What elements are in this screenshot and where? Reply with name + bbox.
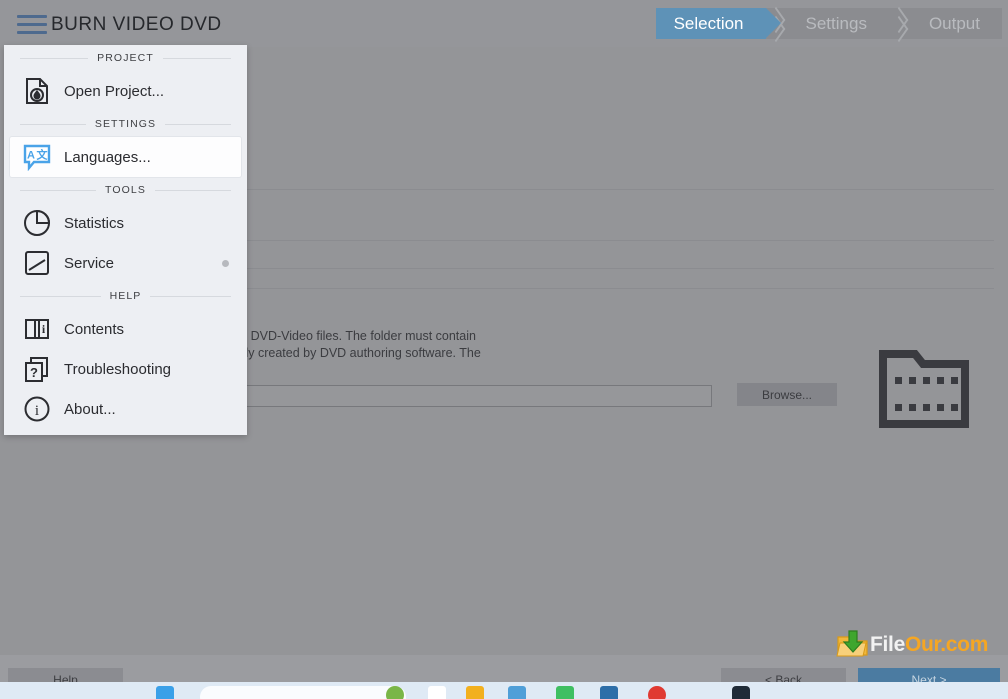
step-output-label: Output: [928, 13, 980, 33]
service-chart-icon: [22, 248, 52, 278]
menu-section-help-label: HELP: [100, 290, 151, 302]
taskbar-icon-cortana[interactable]: [386, 686, 404, 699]
title-bar: BURN VIDEO DVD Selection Settings Output: [0, 0, 1008, 47]
menu-section-tools-label: TOOLS: [96, 184, 155, 196]
document-flame-icon: [22, 76, 52, 106]
menu-section-settings-label: SETTINGS: [85, 118, 166, 130]
download-folder-icon: [836, 630, 868, 657]
os-taskbar: [0, 682, 1008, 699]
menu-item-statistics-label: Statistics: [64, 214, 125, 232]
svg-text:i: i: [35, 403, 39, 419]
menu-section-help: HELP: [4, 283, 247, 309]
hamburger-line: [17, 15, 47, 18]
taskbar-icon-store[interactable]: [508, 686, 526, 699]
menu-item-troubleshooting-label: Troubleshooting: [64, 360, 172, 378]
taskbar-icon-active-app[interactable]: [732, 686, 750, 699]
taskbar-icon-explorer[interactable]: [428, 686, 446, 699]
menu-item-open-project-label: Open Project...: [64, 82, 165, 100]
menu-section-project: PROJECT: [4, 45, 247, 71]
svg-text:文: 文: [37, 148, 49, 162]
watermark-text-file: File: [870, 633, 905, 656]
book-info-icon: i: [22, 314, 52, 344]
question-pages-icon: ?: [22, 354, 52, 384]
taskbar-search-box[interactable]: [200, 686, 406, 699]
taskbar-icon-record[interactable]: [648, 686, 666, 699]
taskbar-icon-folder[interactable]: [466, 686, 484, 699]
hamburger-menu-icon[interactable]: [17, 15, 47, 34]
menu-item-service[interactable]: Service: [4, 243, 247, 283]
pie-chart-icon: [22, 208, 52, 238]
menu-item-statistics[interactable]: Statistics: [4, 203, 247, 243]
page-title: BURN VIDEO DVD: [51, 14, 222, 35]
menu-item-about[interactable]: i About...: [4, 389, 247, 429]
language-bubble-icon: A 文: [22, 142, 52, 172]
menu-item-about-label: About...: [64, 400, 116, 418]
taskbar-icon-mail[interactable]: [556, 686, 574, 699]
menu-section-project-label: PROJECT: [88, 52, 163, 64]
taskbar-icon-app[interactable]: [600, 686, 618, 699]
menu-item-languages[interactable]: A 文 Languages...: [10, 137, 241, 177]
menu-item-contents[interactable]: i Contents: [4, 309, 247, 349]
step-separator-icon: [889, 8, 911, 39]
taskbar-icon-windows[interactable]: [156, 686, 174, 699]
menu-item-contents-label: Contents: [64, 320, 125, 338]
step-output[interactable]: Output: [911, 8, 1002, 39]
watermark-text-our: Our.com: [904, 633, 989, 656]
info-circle-icon: i: [22, 394, 52, 424]
svg-text:?: ?: [30, 365, 38, 380]
menu-item-troubleshooting[interactable]: ? Troubleshooting: [4, 349, 247, 389]
taskbar-icon-settings[interactable]: [692, 686, 710, 699]
menu-item-open-project[interactable]: Open Project...: [4, 71, 247, 111]
step-breadcrumb: Selection Settings Output: [655, 8, 1002, 39]
hamburger-line: [17, 31, 47, 34]
watermark: File Our.com: [836, 629, 988, 661]
svg-text:A: A: [27, 150, 35, 162]
folder-film-icon: [879, 346, 969, 428]
step-settings[interactable]: Settings: [788, 8, 889, 39]
application-window: BURN VIDEO DVD Selection Settings Output…: [0, 0, 1008, 699]
main-dropdown-menu: PROJECT Open Project... SETTINGS A 文 Lan…: [4, 45, 247, 435]
menu-item-service-label: Service: [64, 254, 115, 272]
menu-section-tools: TOOLS: [4, 177, 247, 203]
hamburger-line: [17, 23, 47, 26]
svg-text:i: i: [42, 322, 46, 336]
step-settings-label: Settings: [805, 13, 867, 33]
menu-section-settings: SETTINGS: [4, 111, 247, 137]
browse-button[interactable]: Browse...: [737, 383, 837, 406]
step-selection[interactable]: Selection: [655, 8, 781, 39]
menu-item-languages-label: Languages...: [64, 148, 151, 166]
step-selection-label: Selection: [673, 13, 744, 33]
service-status-badge: [222, 260, 229, 267]
